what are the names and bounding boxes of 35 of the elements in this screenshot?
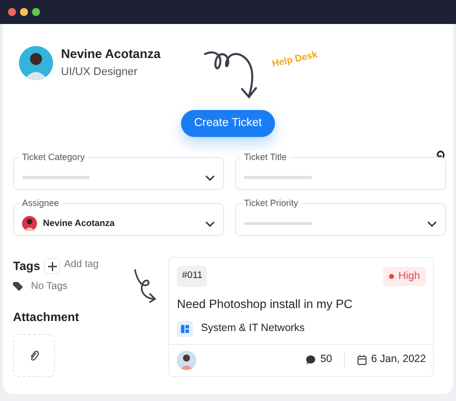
chevron-down-icon	[205, 174, 215, 181]
priority-text: High	[398, 268, 420, 284]
plus-icon	[48, 262, 57, 271]
attachment-title: Attachment	[13, 309, 80, 326]
window-control[interactable]	[32, 8, 40, 16]
window-control[interactable]	[8, 8, 16, 16]
assignee-avatar	[22, 216, 37, 232]
ticket-title: Need Photoshop install in my PC	[177, 296, 354, 312]
category-icon	[177, 320, 193, 336]
assignee-avatar	[177, 350, 196, 370]
curly-arrow-drawing	[133, 269, 159, 304]
placeholder-line	[22, 176, 90, 180]
comment-count: 50	[320, 352, 332, 368]
create-ticket-button[interactable]: Create Ticket	[181, 110, 275, 138]
no-tags-text: No Tags	[31, 280, 68, 294]
add-tag-link[interactable]: Add tag	[64, 256, 99, 272]
paperclip-icon	[29, 350, 39, 362]
ticket-id: #011	[177, 266, 208, 286]
placeholder-line	[244, 222, 312, 226]
calendar-icon	[357, 355, 368, 365]
avatar	[19, 46, 53, 80]
ticket-category: System & IT Networks	[201, 320, 305, 336]
window-control[interactable]	[20, 8, 28, 16]
help-desk-label: Help Desk	[270, 48, 318, 72]
chevron-down-icon	[205, 220, 215, 227]
tags-title: Tags	[13, 258, 40, 276]
add-tag-button[interactable]	[44, 258, 60, 274]
profile-name: Nevine Acotanza	[61, 46, 161, 63]
ticket-date: 6 Jan, 2022	[371, 352, 426, 368]
tag-icon	[13, 282, 23, 292]
placeholder-line	[244, 176, 312, 180]
chevron-down-icon	[427, 220, 437, 227]
profile-role: UI/UX Designer	[61, 64, 138, 80]
comment-icon	[306, 355, 316, 365]
ticket-card[interactable]: #011 High Need Photoshop install in my PC System & IT Networks 50 6 Jan, 2022	[168, 257, 434, 378]
